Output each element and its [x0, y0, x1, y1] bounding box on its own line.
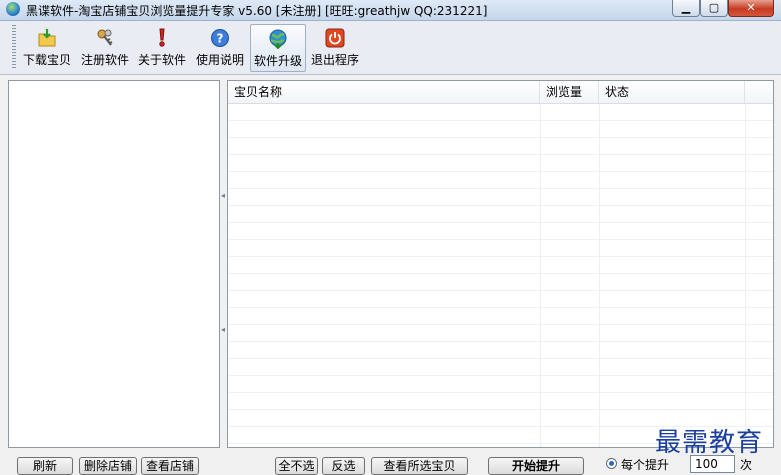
watermark-text: 最需教育	[655, 428, 764, 458]
items-table[interactable]: 宝贝名称 浏览量 状态	[227, 80, 774, 448]
splitter-arrow-icon: ◂	[221, 325, 226, 334]
about-software-label: 关于软件	[137, 53, 186, 67]
view-shop-button[interactable]: 查看店铺	[141, 457, 199, 475]
column-header-views[interactable]: 浏览量	[540, 81, 599, 103]
software-upgrade-button[interactable]: 软件升级	[250, 24, 306, 72]
register-software-label: 注册软件	[80, 53, 129, 67]
view-selected-items-button[interactable]: 查看所选宝贝	[371, 457, 468, 475]
window-title: 黑谍软件-淘宝店铺宝贝浏览量提升专家 v5.60 [未注册] [旺旺:great…	[26, 4, 488, 18]
close-icon: ✕	[746, 1, 756, 14]
start-boost-button[interactable]: 开始提升	[488, 457, 584, 475]
exclamation-icon	[159, 28, 165, 47]
power-icon	[325, 28, 345, 48]
maximize-icon: ▢	[708, 1, 720, 14]
minimize-icon: ▁	[681, 1, 691, 14]
globe-update-icon	[269, 29, 287, 49]
toolbar-grip[interactable]	[12, 25, 16, 69]
select-none-button[interactable]: 全不选	[275, 457, 318, 475]
toolbar: 下载宝贝 注册软件 关于软件 ? 使用说明 软件升级 退出程序	[0, 21, 781, 75]
column-divider	[599, 104, 600, 447]
invert-selection-button[interactable]: 反选	[322, 457, 365, 475]
refresh-button[interactable]: 刷新	[17, 457, 73, 475]
about-software-button[interactable]: 关于软件	[135, 24, 189, 70]
minimize-button[interactable]: ▁	[672, 0, 700, 17]
download-items-button[interactable]: 下载宝贝	[20, 24, 74, 70]
close-button[interactable]: ✕	[728, 0, 774, 17]
column-header-status[interactable]: 状态	[599, 81, 745, 103]
delete-shop-button[interactable]: 删除店铺	[79, 457, 137, 475]
column-divider	[540, 104, 541, 447]
table-header: 宝贝名称 浏览量 状态	[228, 81, 773, 104]
maximize-button[interactable]: ▢	[700, 0, 728, 17]
splitter-arrow-icon: ◂	[221, 191, 226, 200]
app-globe-icon	[6, 2, 20, 16]
svg-text:?: ?	[217, 32, 224, 46]
instructions-label: 使用说明	[195, 53, 244, 67]
per-item-boost-radio[interactable]	[606, 458, 617, 469]
column-divider	[745, 104, 746, 447]
download-items-label: 下载宝贝	[22, 53, 71, 67]
exit-program-button[interactable]: 退出程序	[308, 24, 362, 70]
table-body	[228, 104, 773, 447]
register-software-button[interactable]: 注册软件	[78, 24, 132, 70]
exit-program-label: 退出程序	[310, 53, 359, 67]
column-header-item-name[interactable]: 宝贝名称	[228, 81, 540, 103]
panel-splitter[interactable]: ◂ ◂	[220, 80, 226, 446]
shop-list-panel[interactable]	[8, 80, 220, 448]
download-folder-icon	[38, 29, 56, 47]
title-bar: 黑谍软件-淘宝店铺宝贝浏览量提升专家 v5.60 [未注册] [旺旺:great…	[0, 0, 781, 21]
keys-icon	[97, 29, 113, 46]
help-icon: ?	[211, 29, 229, 47]
software-upgrade-label: 软件升级	[253, 54, 302, 68]
instructions-button[interactable]: ? 使用说明	[193, 24, 247, 70]
